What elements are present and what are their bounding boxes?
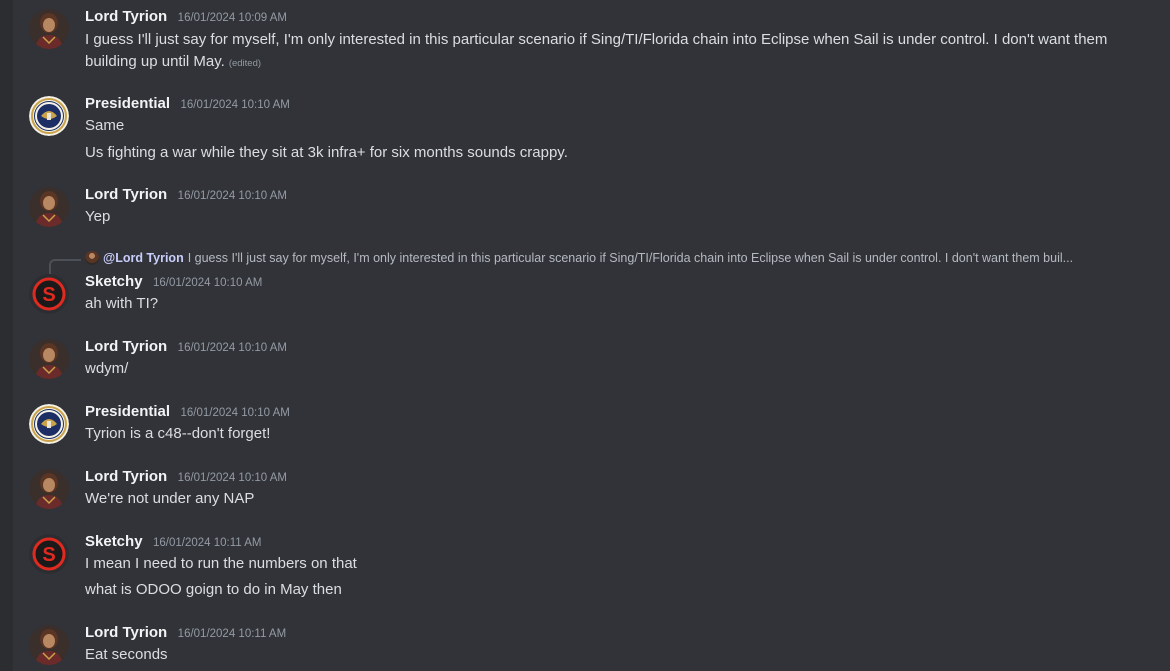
message-list[interactable]: Lord Tyrion 16/01/2024 10:09 AM I guess … [13, 0, 1170, 671]
author-name[interactable]: Lord Tyrion [85, 338, 167, 355]
timestamp: 16/01/2024 10:10 AM [153, 277, 263, 289]
author-name[interactable]: Sketchy [85, 533, 143, 550]
timestamp: 16/01/2024 10:10 AM [177, 190, 288, 202]
edited-label: (edited) [228, 58, 262, 69]
sketchy-s-avatar[interactable]: S [29, 274, 69, 314]
sketchy-s-avatar[interactable]: S [29, 534, 69, 574]
message-text: Eat seconds [85, 646, 168, 663]
presidential-seal-avatar[interactable] [29, 404, 69, 444]
reply-avatar-icon [85, 251, 99, 265]
author-name[interactable]: Presidential [85, 95, 170, 112]
tyrion-avatar[interactable] [29, 469, 69, 509]
timestamp: 16/01/2024 10:10 AM [180, 407, 290, 419]
author-name[interactable]: Lord Tyrion [85, 186, 167, 203]
message-text: Same [85, 117, 125, 134]
author-name[interactable]: Lord Tyrion [85, 468, 167, 485]
author-name[interactable]: Lord Tyrion [85, 624, 167, 641]
timestamp: 16/01/2024 10:10 AM [177, 472, 288, 484]
reply-preview-text: I guess I'll just say for myself, I'm on… [187, 251, 1074, 265]
reply-spine [49, 259, 81, 274]
presidential-seal-avatar[interactable] [29, 96, 69, 136]
author-name[interactable]: Sketchy [85, 273, 143, 290]
message-text: ah with TI? [85, 295, 159, 312]
message-text: Us fighting a war while they sit at 3k i… [85, 144, 568, 161]
timestamp: 16/01/2024 10:11 AM [153, 537, 262, 549]
tyrion-avatar[interactable] [29, 339, 69, 379]
message-text: I guess I'll just say for myself, I'm on… [85, 31, 1108, 70]
sketchy-s-letter: S [42, 284, 55, 306]
message-text: I mean I need to run the numbers on that [85, 555, 357, 572]
tyrion-avatar[interactable] [29, 9, 69, 49]
sketchy-s-letter: S [42, 544, 55, 566]
timestamp: 16/01/2024 10:10 AM [180, 99, 290, 111]
message-text: Yep [85, 208, 111, 225]
timestamp: 16/01/2024 10:09 AM [177, 12, 288, 24]
reply-preview[interactable]: @Lord Tyrion I guess I'll just say for my… [85, 251, 1148, 269]
author-name[interactable]: Presidential [85, 403, 170, 420]
message-text: We're not under any NAP [85, 490, 255, 507]
tyrion-avatar[interactable] [29, 187, 69, 227]
message-text: wdym/ [85, 360, 129, 377]
reply-mention[interactable]: @Lord Tyrion [103, 251, 184, 265]
tyrion-avatar[interactable] [29, 625, 69, 665]
message-text: what is ODOO goign to do in May then [85, 581, 342, 598]
message-text: Tyrion is a c48--don't forget! [85, 425, 271, 442]
author-name[interactable]: Lord Tyrion [85, 8, 167, 25]
left-sidebar-edge [0, 0, 13, 671]
timestamp: 16/01/2024 10:10 AM [177, 342, 288, 354]
timestamp: 16/01/2024 10:11 AM [177, 628, 287, 640]
